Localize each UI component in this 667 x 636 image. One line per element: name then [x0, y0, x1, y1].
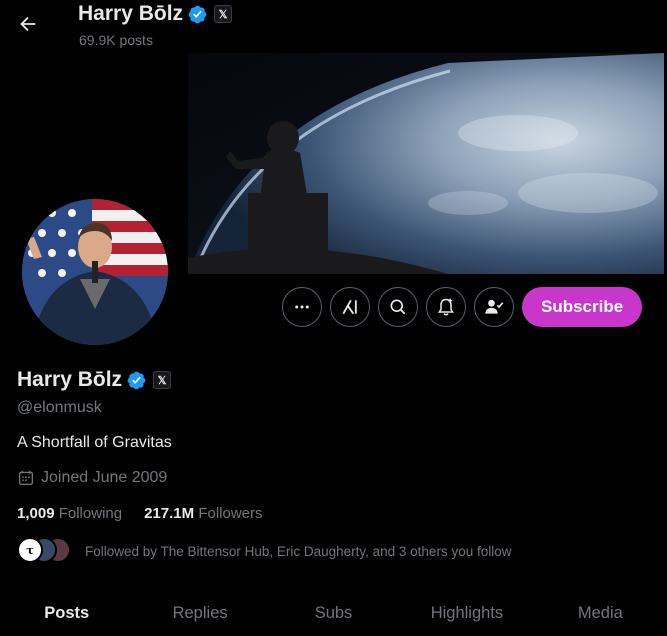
- profile-tabs: Posts Replies Subs Highlights Media: [0, 590, 667, 636]
- notifications-button[interactable]: [426, 287, 466, 327]
- following-count: 1,009: [17, 505, 55, 522]
- verified-badge-icon: [188, 5, 207, 23]
- profile-header: Harry Bōlz 𝕏 69.9K posts: [0, 0, 667, 53]
- back-button[interactable]: [12, 8, 44, 40]
- search-icon: [390, 299, 406, 315]
- more-icon: [295, 305, 309, 309]
- subscribe-button[interactable]: Subscribe: [522, 287, 643, 327]
- following-label: Following: [58, 505, 123, 522]
- profile-handle: @elonmusk: [17, 399, 102, 416]
- tab-highlights[interactable]: Highlights: [400, 590, 533, 636]
- tab-replies[interactable]: Replies: [133, 590, 266, 636]
- more-button[interactable]: [282, 287, 322, 327]
- posts-count: 69.9K posts: [79, 32, 153, 48]
- profile-avatar[interactable]: [19, 196, 171, 348]
- arrow-left-icon: [20, 16, 36, 32]
- tab-posts[interactable]: Posts: [0, 590, 133, 636]
- follow-stats: 1,009 Following 217.1M Followers: [17, 505, 263, 522]
- profile-bio: A Shortfall of Gravitas: [17, 434, 172, 451]
- x-affiliate-badge[interactable]: 𝕏: [153, 371, 172, 389]
- tab-subs[interactable]: Subs: [267, 590, 400, 636]
- grok-icon: [342, 299, 357, 315]
- followers-link[interactable]: 217.1M Followers: [144, 505, 262, 522]
- profile-banner[interactable]: [188, 53, 664, 274]
- followers-label: Followers: [198, 505, 263, 522]
- verified-badge-icon[interactable]: [126, 370, 147, 391]
- banner-image: [188, 53, 664, 274]
- profile-actions: Subscribe: [282, 287, 643, 327]
- followers-count: 217.1M: [144, 505, 195, 522]
- followed-by-text: Followed by The Bittensor Hub, Eric Daug…: [85, 543, 512, 559]
- person-check-icon: [485, 299, 504, 314]
- notification-bell-icon: [437, 298, 455, 316]
- x-affiliate-badge: 𝕏: [214, 5, 233, 23]
- follower-avatar: τ: [17, 537, 43, 563]
- header-title: Harry Bōlz: [78, 2, 184, 25]
- followers-you-know-avatars: τ: [17, 537, 73, 565]
- following-link[interactable]: 1,009 Following: [17, 505, 122, 522]
- following-button[interactable]: [474, 287, 514, 327]
- calendar-icon: [18, 470, 34, 486]
- tab-media[interactable]: Media: [534, 590, 667, 636]
- grok-button[interactable]: [330, 287, 370, 327]
- search-button[interactable]: [378, 287, 418, 327]
- joined-date: Joined June 2009: [17, 469, 167, 487]
- profile-name-row: Harry Bōlz 𝕏: [17, 368, 172, 392]
- joined-text: Joined June 2009: [41, 469, 168, 486]
- followed-by[interactable]: τ Followed by The Bittensor Hub, Eric Da…: [17, 537, 511, 565]
- svg-text:τ: τ: [26, 544, 33, 557]
- avatar-image: [22, 199, 168, 345]
- profile-name: Harry Bōlz: [17, 368, 123, 391]
